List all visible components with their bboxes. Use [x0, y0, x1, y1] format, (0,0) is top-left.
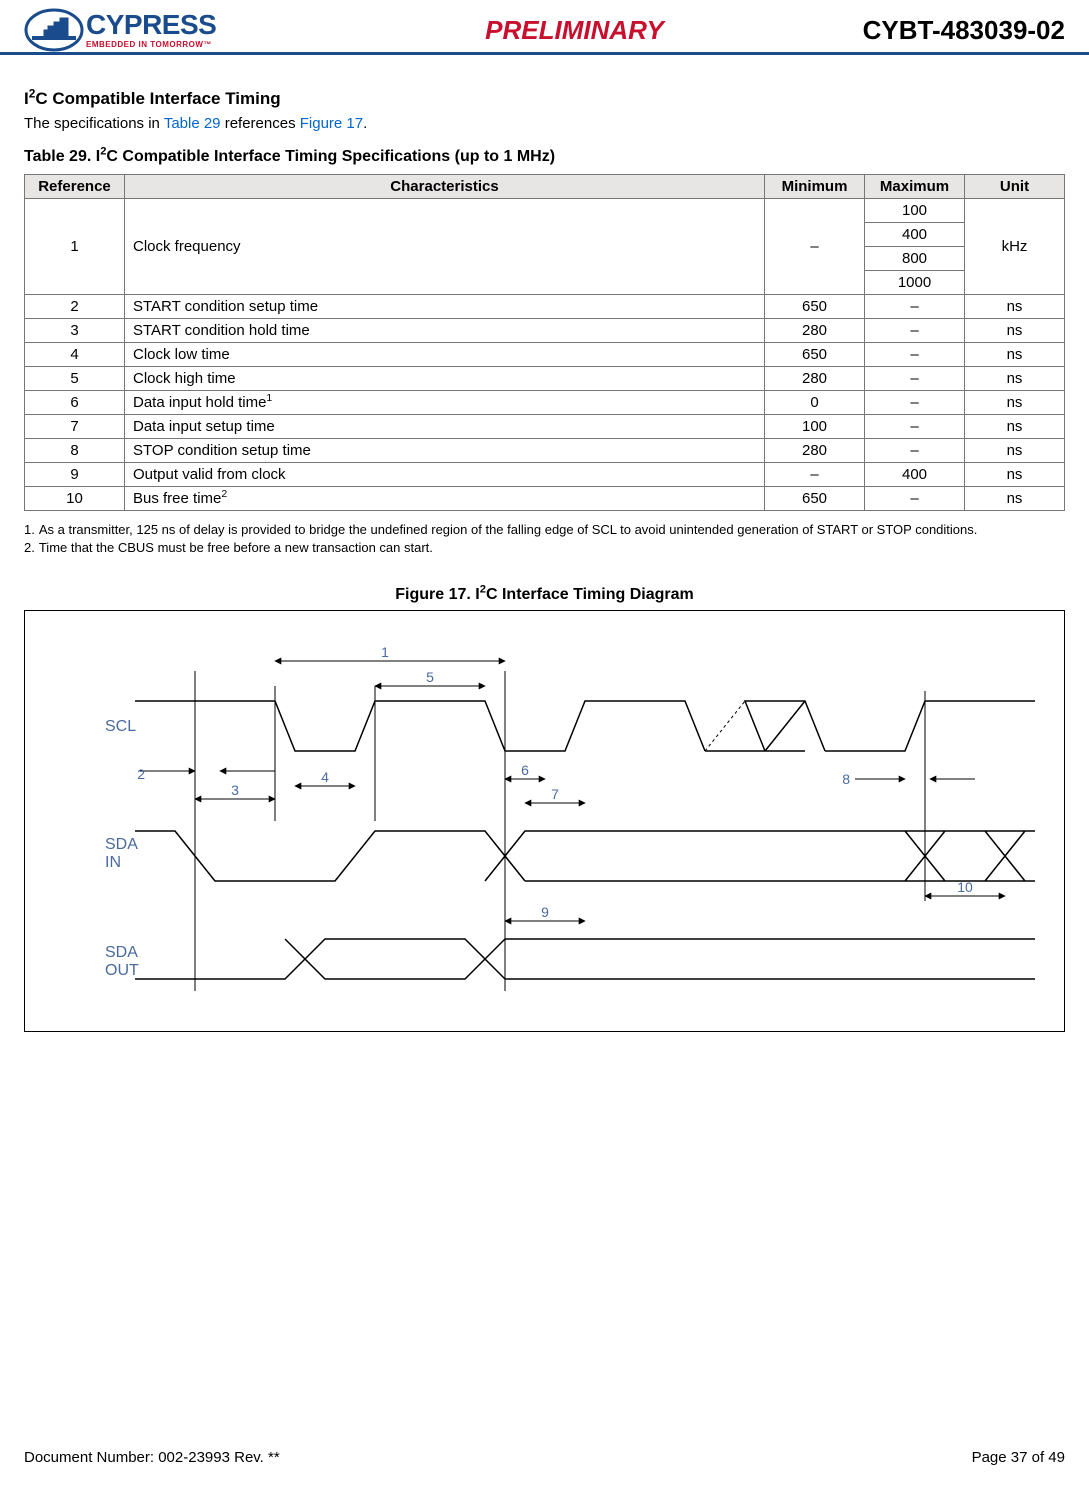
table-row: 1 Clock frequency – 100 kHz [25, 199, 1065, 223]
table-row: 3 START condition hold time 280 – ns [25, 319, 1065, 343]
table-row: 10 Bus free time2 650 – ns [25, 487, 1065, 511]
table-row: 2 START condition setup time 650 – ns [25, 295, 1065, 319]
page-number: Page 37 of 49 [972, 1449, 1065, 1466]
marker-8: 8 [842, 771, 850, 787]
link-figure-17[interactable]: Figure 17 [300, 115, 363, 132]
timing-diagram-box: SCL SDA IN SDA OUT 1 [24, 610, 1065, 1032]
table-row: 7 Data input setup time 100 – ns [25, 415, 1065, 439]
th-minimum: Minimum [765, 175, 865, 199]
label-scl: SCL [105, 718, 136, 735]
marker-3: 3 [231, 782, 239, 798]
page-footer: Document Number: 002-23993 Rev. ** Page … [24, 1449, 1065, 1466]
logo-text: CYPRESS [86, 11, 216, 39]
table-row: 4 Clock low time 650 – ns [25, 343, 1065, 367]
marker-5: 5 [426, 669, 434, 685]
section-title: I2C Compatible Interface Timing [24, 89, 1065, 109]
logo-tagline: EMBEDDED IN TOMORROW™ [86, 41, 216, 49]
th-characteristics: Characteristics [125, 175, 765, 199]
table-header-row: Reference Characteristics Minimum Maximu… [25, 175, 1065, 199]
intro-text: The specifications in Table 29 reference… [24, 115, 1065, 132]
marker-4: 4 [321, 769, 329, 785]
spec-table: Reference Characteristics Minimum Maximu… [24, 174, 1065, 511]
th-reference: Reference [25, 175, 125, 199]
note-item: 2. Time that the CBUS must be free befor… [24, 539, 1065, 557]
timing-diagram-svg: SCL SDA IN SDA OUT 1 [45, 631, 1045, 1011]
marker-7: 7 [551, 786, 559, 802]
th-maximum: Maximum [865, 175, 965, 199]
marker-10: 10 [957, 879, 973, 895]
label-sda-out-2: OUT [105, 962, 139, 979]
marker-6: 6 [521, 762, 529, 778]
th-unit: Unit [965, 175, 1065, 199]
note-item: 1. As a transmitter, 125 ns of delay is … [24, 521, 1065, 539]
logo-block: CYPRESS EMBEDDED IN TOMORROW™ [24, 8, 216, 52]
figure-caption: Figure 17. I2C Interface Timing Diagram [24, 586, 1065, 604]
label-sda-out-1: SDA [105, 944, 138, 961]
marker-9: 9 [541, 904, 549, 920]
marker-1: 1 [381, 644, 389, 660]
page-header: CYPRESS EMBEDDED IN TOMORROW™ PRELIMINAR… [0, 0, 1089, 55]
table-notes: 1. As a transmitter, 125 ns of delay is … [24, 521, 1065, 556]
marker-2: 2 [137, 766, 145, 782]
label-sda-in-1: SDA [105, 836, 138, 853]
table-caption: Table 29. I2C Compatible Interface Timin… [24, 148, 1065, 166]
doc-number: Document Number: 002-23993 Rev. ** [24, 1449, 280, 1466]
label-sda-in-2: IN [105, 854, 121, 871]
preliminary-label: PRELIMINARY [485, 15, 664, 46]
table-row: 5 Clock high time 280 – ns [25, 367, 1065, 391]
table-row: 8 STOP condition setup time 280 – ns [25, 439, 1065, 463]
link-table-29[interactable]: Table 29 [164, 115, 221, 132]
part-number: CYBT-483039-02 [863, 15, 1065, 46]
table-row: 6 Data input hold time1 0 – ns [25, 391, 1065, 415]
cypress-logo-icon [24, 8, 84, 52]
table-row: 9 Output valid from clock – 400 ns [25, 463, 1065, 487]
